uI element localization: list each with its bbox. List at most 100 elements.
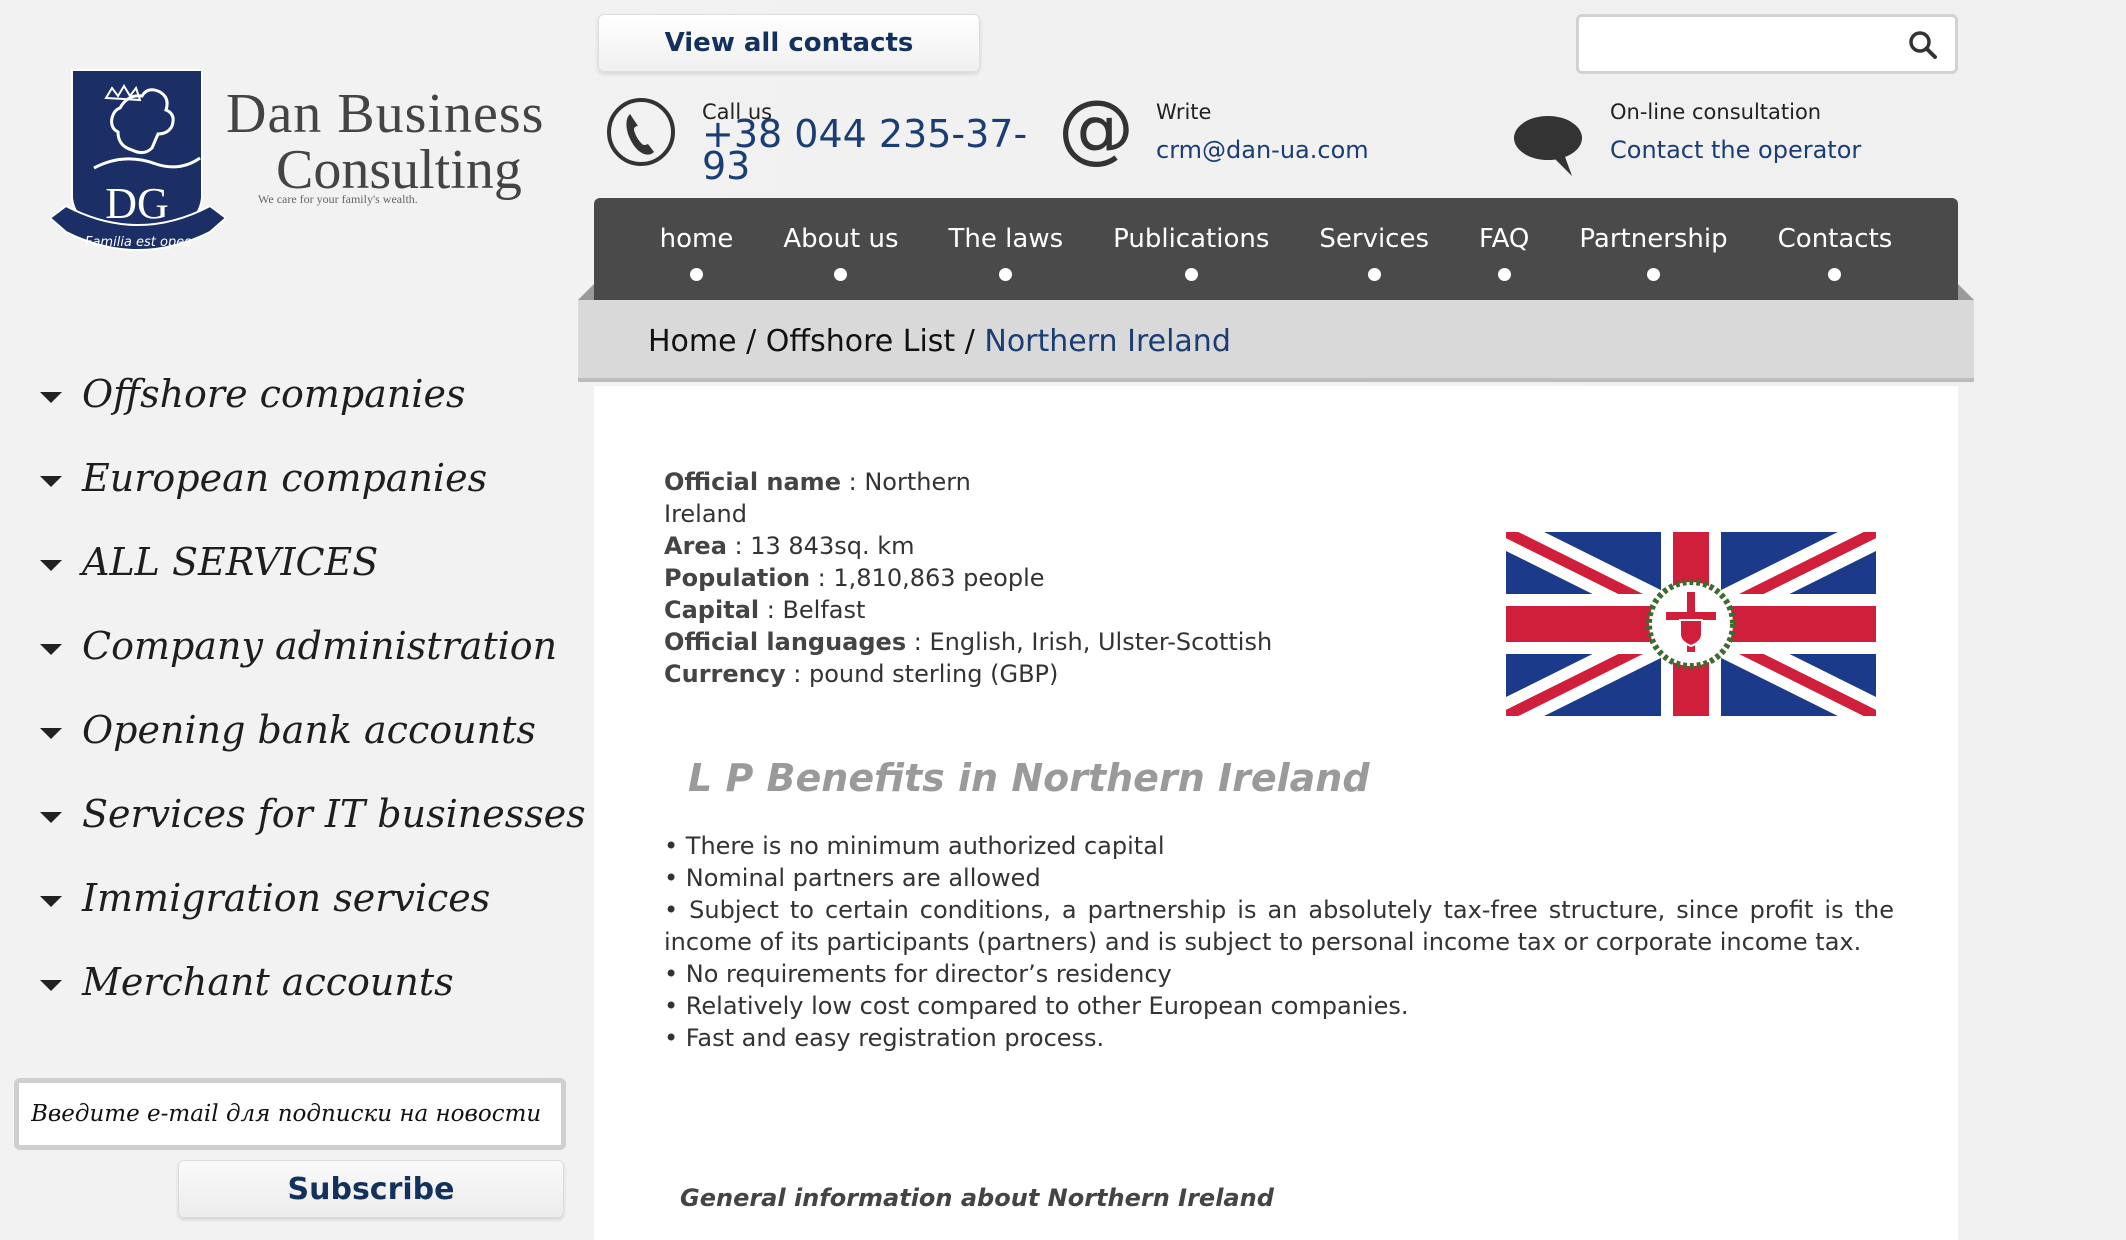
phone-number[interactable]: +38 044 235-37- 93	[702, 112, 1028, 185]
fact-separator: :	[810, 564, 834, 592]
nav-partnership[interactable]: Partnership	[1554, 198, 1752, 300]
logo-motto: Familia est opes	[85, 235, 191, 250]
fact-label: Official name	[664, 468, 841, 496]
svg-text:@: @	[1058, 94, 1134, 170]
fact-separator: :	[906, 628, 930, 656]
country-facts: Official name : Northern Ireland Area : …	[664, 466, 1434, 690]
page: DG Familia est opes Dan Business Consult…	[0, 0, 2126, 1240]
nav-faq[interactable]: FAQ	[1454, 198, 1554, 300]
nav-the-laws[interactable]: The laws	[924, 198, 1089, 300]
nav-contacts[interactable]: Contacts	[1753, 198, 1918, 300]
sidebar-item-label: Company administration	[82, 624, 558, 668]
benefits-heading: L P Benefits in Northern Ireland	[688, 756, 1370, 800]
fact-currency: Currency : pound sterling (GBP)	[664, 658, 1434, 690]
nav-publications[interactable]: Publications	[1088, 198, 1294, 300]
nav-dot-icon	[999, 268, 1013, 281]
logo-wordmark: Dan Business Consulting	[226, 86, 556, 198]
nav-item-label: FAQ	[1479, 224, 1530, 254]
fact-label: Capital	[664, 596, 760, 624]
fact-value: English, Irish, Ulster-Scottish	[929, 628, 1273, 656]
fact-label: Currency	[664, 660, 786, 688]
logo-tagline: We care for your family's wealth.	[258, 192, 418, 206]
sidebar-item-all-services[interactable]: ALL SERVICES	[40, 520, 580, 604]
sidebar-item-label: Merchant accounts	[82, 960, 454, 1004]
nav-dot-icon	[1828, 268, 1842, 281]
fact-separator: :	[726, 532, 751, 560]
fact-value: pound sterling (GBP)	[808, 660, 1059, 688]
breadcrumb: Home / Offshore List / Northern Ireland	[648, 324, 1231, 359]
main-content: Official name : Northern Ireland Area : …	[594, 386, 1958, 1240]
benefit-item: • No requirements for director’s residen…	[664, 960, 1172, 988]
caret-down-icon	[40, 727, 62, 739]
breadcrumb-separator: /	[746, 324, 757, 359]
write-caption: Write	[1156, 100, 1212, 124]
fact-value: 13 843sq. km	[750, 532, 915, 560]
logo-name-line1: Dan Business	[226, 83, 545, 145]
sidebar-item-label: Opening bank accounts	[82, 708, 536, 752]
nav-item-label: Partnership	[1579, 224, 1728, 254]
sidebar-item-it-services[interactable]: Services for IT businesses	[40, 772, 586, 856]
sidebar-item-label: Immigration services	[82, 876, 491, 920]
fact-population: Population : 1,810,863 people	[664, 562, 1434, 594]
breadcrumb-offshore-list[interactable]: Offshore List	[766, 324, 955, 359]
logo-monogram: DG	[105, 179, 169, 228]
benefit-item: • Relatively low cost compared to other …	[664, 992, 1409, 1020]
email-link[interactable]: crm@dan-ua.com	[1156, 136, 1369, 164]
sidebar-item-immigration-services[interactable]: Immigration services	[40, 856, 580, 940]
sidebar-item-offshore-companies[interactable]: Offshore companies	[40, 352, 580, 436]
fact-separator: :	[759, 596, 783, 624]
nav-dot-icon	[1497, 268, 1511, 281]
benefits-list: • There is no minimum authorized capital…	[664, 830, 1894, 1054]
nav-item-label: Publications	[1113, 224, 1270, 254]
fact-separator: :	[840, 468, 865, 496]
newsletter-email-input[interactable]	[14, 1078, 566, 1150]
fact-value: Belfast	[782, 596, 866, 624]
subscribe-button[interactable]: Subscribe	[178, 1160, 564, 1218]
breadcrumb-bar: Home / Offshore List / Northern Ireland	[578, 284, 1974, 382]
northern-ireland-flag-icon	[1506, 532, 1876, 716]
sidebar-item-company-administration[interactable]: Company administration	[40, 604, 580, 688]
caret-down-icon	[40, 559, 62, 571]
fact-capital: Capital : Belfast	[664, 594, 1434, 626]
caret-down-icon	[40, 643, 62, 655]
lion-shield-logo-icon: DG Familia est opes	[50, 69, 226, 251]
phone-icon	[607, 98, 675, 166]
search-input[interactable]	[1587, 25, 1887, 63]
caret-down-icon	[40, 391, 62, 403]
view-all-contacts-button[interactable]: View all contacts	[598, 14, 980, 72]
nav-dot-icon	[690, 268, 704, 281]
fact-value: 1,810,863 people	[833, 564, 1045, 592]
nav-home[interactable]: home	[635, 198, 759, 300]
breadcrumb-separator: /	[964, 324, 975, 359]
chat-bubble-icon	[1514, 116, 1582, 176]
nav-item-label: Contacts	[1777, 224, 1893, 254]
breadcrumb-home[interactable]: Home	[648, 324, 737, 359]
at-sign-icon: @	[1058, 94, 1134, 170]
phone-number-line1: +38 044 235-37-	[702, 112, 1028, 156]
nav-item-label: The laws	[948, 224, 1064, 254]
logo[interactable]: DG Familia est opes Dan Business Consult…	[20, 68, 543, 318]
sidebar-menu: Offshore companies European companies AL…	[40, 352, 586, 1024]
fact-label: Population	[664, 564, 811, 592]
search-icon[interactable]	[1907, 29, 1939, 61]
fact-languages: Official languages : English, Irish, Uls…	[664, 626, 1434, 658]
fact-separator: :	[785, 660, 809, 688]
benefit-item: • There is no minimum authorized capital	[664, 832, 1165, 860]
contact-operator-link[interactable]: Contact the operator	[1610, 136, 1861, 164]
general-info-heading: General information about Northern Irela…	[680, 1184, 1274, 1212]
fact-official-name: Official name : Northern Ireland	[664, 466, 994, 530]
benefit-item: • Nominal partners are allowed	[664, 864, 1041, 892]
sidebar-item-label: European companies	[82, 456, 488, 500]
nav-item-label: home	[659, 224, 734, 254]
sidebar-item-opening-bank-accounts[interactable]: Opening bank accounts	[40, 688, 580, 772]
sidebar-item-label: Services for IT businesses	[82, 792, 586, 836]
nav-services[interactable]: Services	[1294, 198, 1454, 300]
nav-about-us[interactable]: About us	[758, 198, 923, 300]
benefit-item: • Subject to certain conditions, a partn…	[664, 896, 1894, 956]
nav-dot-icon	[1647, 268, 1661, 281]
sidebar-item-merchant-accounts[interactable]: Merchant accounts	[40, 940, 580, 1024]
caret-down-icon	[40, 895, 62, 907]
sidebar-item-european-companies[interactable]: European companies	[40, 436, 580, 520]
breadcrumb-current: Northern Ireland	[984, 324, 1231, 359]
fact-label: Area	[664, 532, 727, 560]
